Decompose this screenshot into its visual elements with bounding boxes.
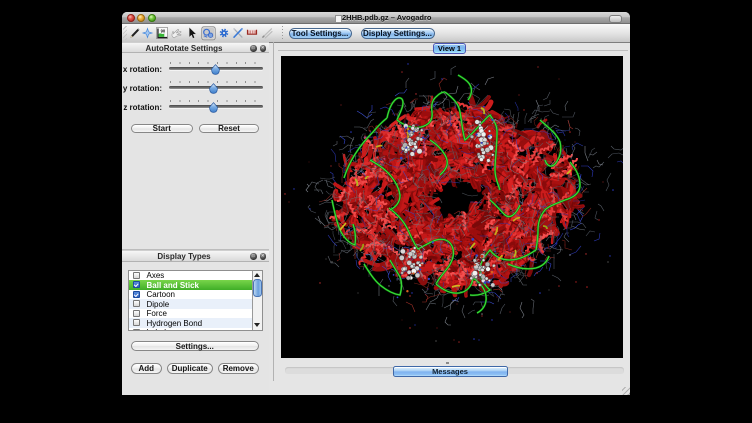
svg-text:90: 90 — [161, 28, 166, 33]
